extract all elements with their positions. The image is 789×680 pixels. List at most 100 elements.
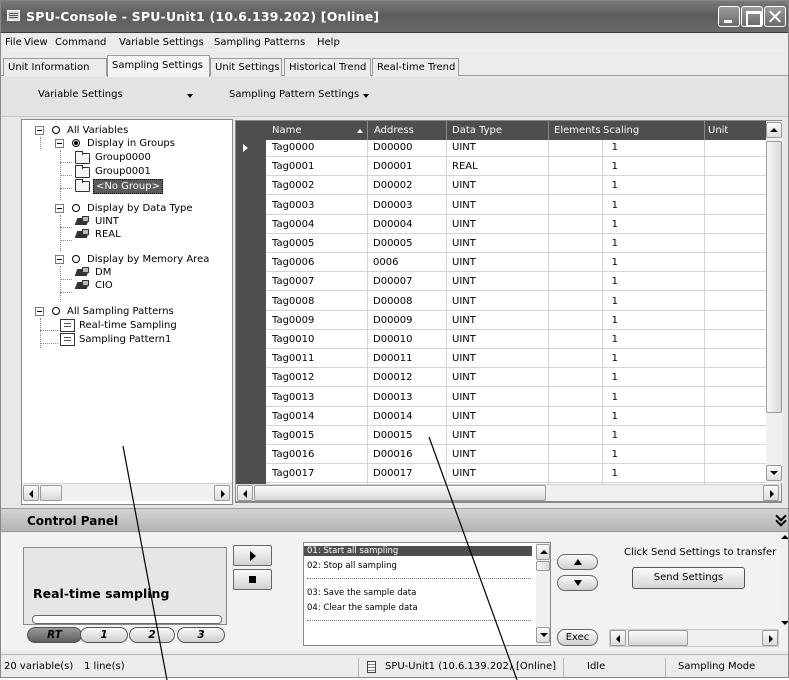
command-list[interactable]: 01: Start all sampling 02: Stop all samp… (303, 542, 551, 646)
cell-elements[interactable]: 1 (588, 238, 618, 249)
cell-name[interactable]: Tag0015 (272, 430, 314, 441)
cell-address[interactable]: D00010 (373, 334, 413, 345)
cell-data-type[interactable]: UINT (452, 200, 476, 211)
table-row[interactable]: Tag0000 D00000 UINT 1 (266, 140, 766, 157)
cell-address[interactable]: D00001 (373, 161, 413, 172)
tab-unit-information[interactable]: Unit Information (3, 58, 107, 76)
cell-name[interactable]: Tag0000 (272, 142, 314, 153)
play-button[interactable] (233, 545, 272, 566)
command-item[interactable]: 03: Save the sample data (307, 588, 416, 598)
cell-name[interactable]: Tag0010 (272, 334, 314, 345)
scroll-right-button[interactable] (763, 485, 779, 501)
scroll-up-button[interactable] (536, 544, 550, 560)
grid-vertical-scrollbar[interactable] (766, 121, 782, 483)
tab-unit-settings[interactable]: Unit Settings (210, 58, 282, 76)
table-row[interactable]: Tag0015 D00015 UINT 1 (266, 428, 766, 445)
collapse-icon[interactable] (55, 139, 64, 148)
pattern-2-button[interactable]: 2 (129, 627, 175, 643)
cell-elements[interactable]: 1 (588, 372, 618, 383)
table-row[interactable]: Tag0002 D00002 UINT 1 (266, 178, 766, 196)
row-header-column[interactable] (236, 140, 266, 486)
cell-data-type[interactable]: UINT (452, 411, 476, 422)
cell-elements[interactable]: 1 (588, 392, 618, 403)
cell-address[interactable]: D00013 (373, 392, 413, 403)
scroll-left-button[interactable] (23, 485, 39, 501)
tree-item-uint[interactable]: UINT (22, 215, 232, 228)
cell-name[interactable]: Tag0011 (272, 353, 314, 364)
scroll-thumb[interactable] (766, 141, 782, 413)
menu-command[interactable]: Command (55, 37, 106, 48)
cell-data-type[interactable]: UINT (452, 219, 476, 230)
pattern-3-button[interactable]: 3 (177, 627, 225, 643)
cell-elements[interactable]: 1 (588, 334, 618, 345)
table-row[interactable]: Tag0011 D00011 UINT 1 (266, 351, 766, 369)
variable-settings-dropdown[interactable]: Variable Settings (38, 89, 123, 100)
cell-address[interactable]: D00004 (373, 219, 413, 230)
pattern-1-button[interactable]: 1 (80, 627, 128, 643)
cell-elements[interactable]: 1 (588, 468, 618, 479)
table-row[interactable]: Tag0016 D00016 UINT 1 (266, 447, 766, 465)
scroll-right-button[interactable] (762, 630, 778, 646)
cell-name[interactable]: Tag0006 (272, 257, 314, 268)
scroll-down-button[interactable] (766, 465, 782, 481)
cell-data-type[interactable]: UINT (452, 180, 476, 191)
scroll-thumb[interactable] (254, 485, 546, 501)
send-settings-button[interactable]: Send Settings (632, 567, 745, 589)
cell-data-type[interactable]: UINT (452, 296, 476, 307)
table-row[interactable]: Tag0017 D00017 UINT 1 (266, 466, 766, 484)
cell-address[interactable]: D00011 (373, 353, 413, 364)
scroll-up-button[interactable] (766, 122, 782, 138)
cell-name[interactable]: Tag0001 (272, 161, 314, 172)
cell-name[interactable]: Tag0002 (272, 180, 314, 191)
command-item[interactable]: 02: Stop all sampling (307, 561, 397, 571)
column-header-address[interactable]: Address (374, 125, 414, 136)
control-panel-horizontal-scrollbar[interactable] (609, 629, 779, 647)
cell-name[interactable]: Tag0017 (272, 468, 314, 479)
cell-address[interactable]: D00017 (373, 468, 413, 479)
tree-item-display-in-groups[interactable]: Display in Groups (22, 137, 232, 150)
maximize-button[interactable] (741, 6, 763, 27)
cell-elements[interactable]: 1 (588, 142, 618, 153)
cell-elements[interactable]: 1 (588, 430, 618, 441)
cell-address[interactable]: D00012 (373, 372, 413, 383)
tab-real-time-trend[interactable]: Real-time Trend (372, 58, 459, 76)
control-panel-vertical-scrollbar[interactable] (780, 533, 788, 633)
cell-elements[interactable]: 1 (588, 219, 618, 230)
table-row[interactable]: Tag0005 D00005 UINT 1 (266, 236, 766, 253)
collapse-icon[interactable] (35, 307, 44, 316)
table-row[interactable]: Tag0009 D00009 UINT 1 (266, 313, 766, 330)
cell-elements[interactable]: 1 (588, 276, 618, 287)
scroll-left-button[interactable] (237, 485, 253, 501)
cell-data-type[interactable]: UINT (452, 430, 476, 441)
tree-item-display-by-data-type[interactable]: Display by Data Type (22, 202, 232, 215)
cell-address[interactable]: D00002 (373, 180, 413, 191)
cell-address[interactable]: D00005 (373, 238, 413, 249)
move-up-button[interactable] (557, 554, 598, 570)
scroll-down-icon[interactable] (781, 621, 788, 625)
cell-data-type[interactable]: UINT (452, 334, 476, 345)
scroll-right-button[interactable] (214, 485, 230, 501)
tree-item-no-group[interactable]: <No Group> (22, 179, 232, 194)
cell-name[interactable]: Tag0012 (272, 372, 314, 383)
cell-data-type[interactable]: UINT (452, 257, 476, 268)
cell-address[interactable]: D00015 (373, 430, 413, 441)
column-header-elements[interactable]: Elements (554, 125, 601, 136)
cell-name[interactable]: Tag0008 (272, 296, 314, 307)
cell-data-type[interactable]: UINT (452, 353, 476, 364)
stop-button[interactable] (233, 569, 272, 590)
sampling-pattern-settings-dropdown[interactable]: Sampling Pattern Settings (229, 89, 359, 100)
cell-name[interactable]: Tag0009 (272, 315, 314, 326)
cell-address[interactable]: D00014 (373, 411, 413, 422)
table-row[interactable]: Tag0014 D00014 UINT 1 (266, 409, 766, 426)
scroll-thumb[interactable] (40, 485, 62, 501)
tree-item-dm[interactable]: DM (22, 266, 232, 279)
collapse-icon[interactable] (55, 204, 64, 213)
exec-button[interactable]: Exec (557, 629, 598, 646)
table-row[interactable]: Tag0012 D00012 UINT 1 (266, 370, 766, 388)
cell-data-type[interactable]: UINT (452, 468, 476, 479)
command-list-scrollbar[interactable] (536, 543, 550, 645)
cell-address[interactable]: D00016 (373, 449, 413, 460)
table-row[interactable]: Tag0004 D00004 UINT 1 (266, 217, 766, 234)
tree-item-cio[interactable]: CIO (22, 279, 232, 292)
scroll-down-button[interactable] (536, 627, 550, 643)
